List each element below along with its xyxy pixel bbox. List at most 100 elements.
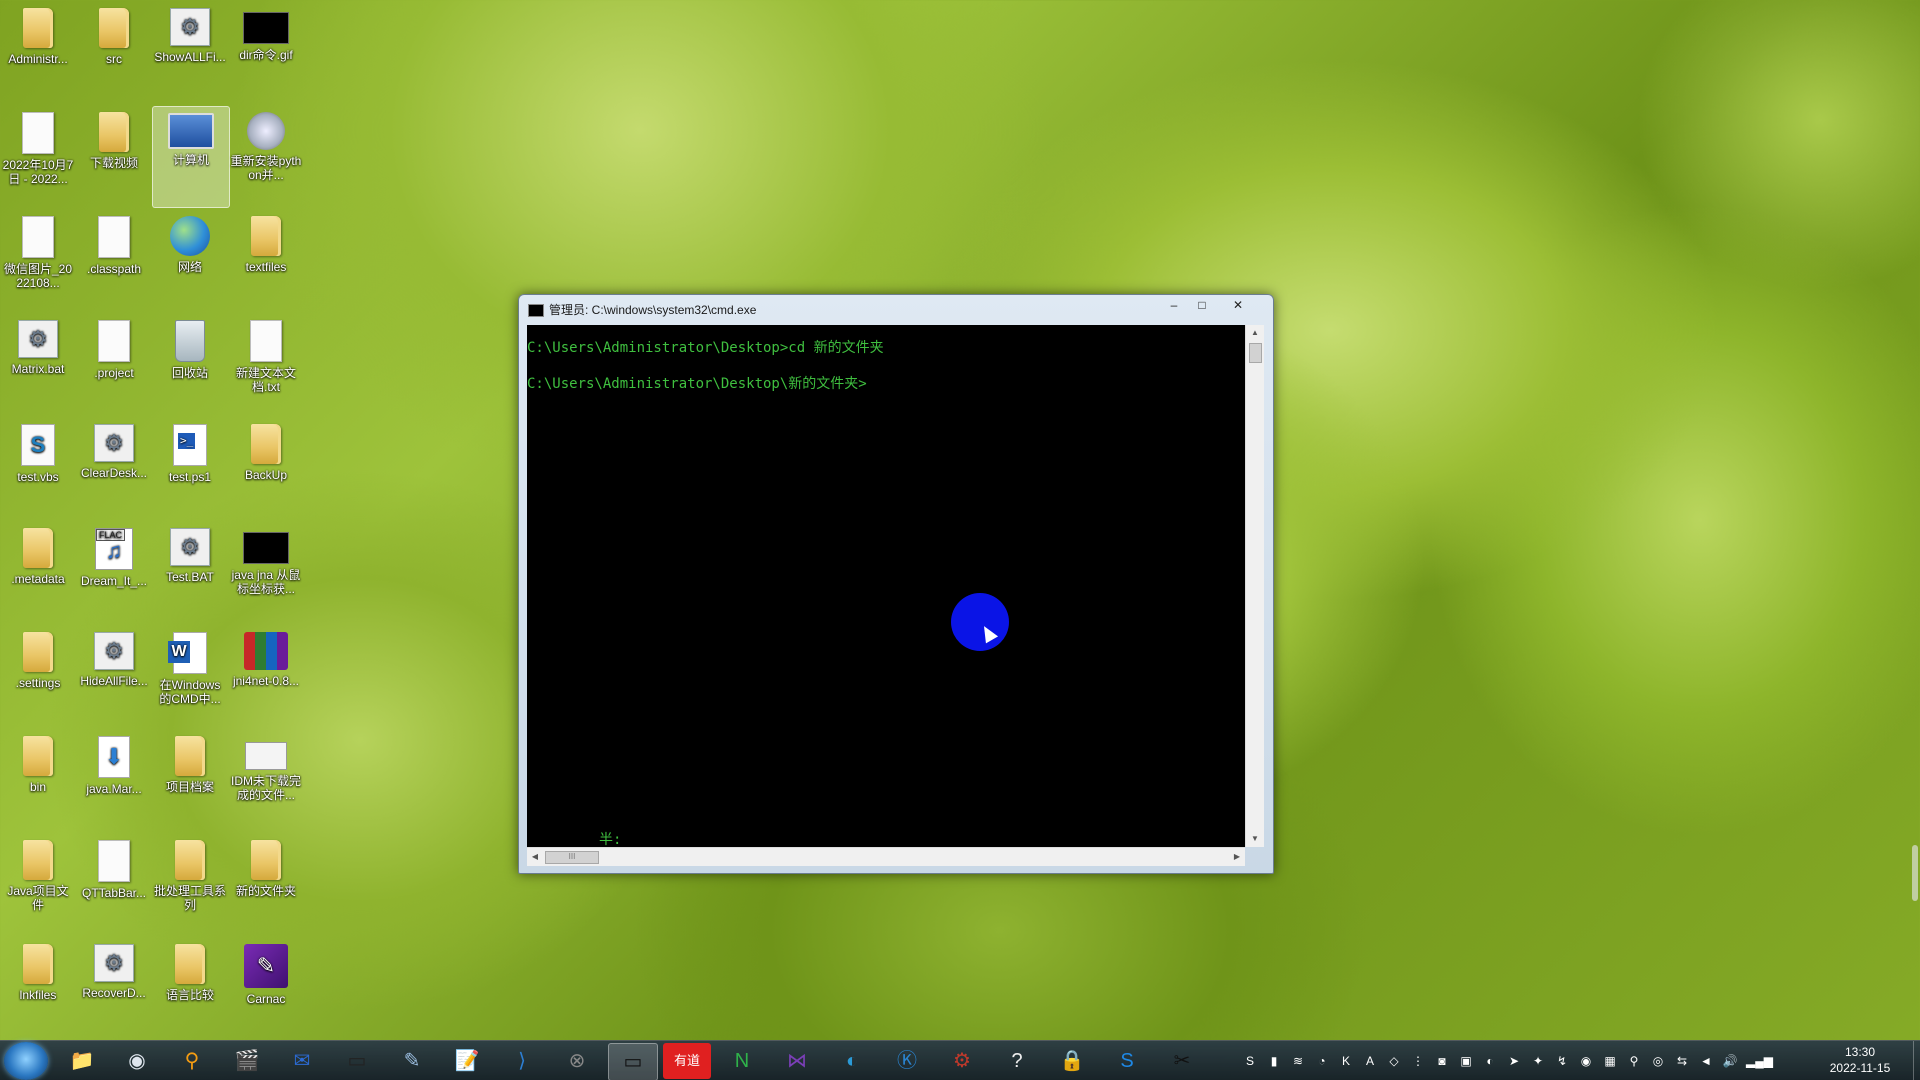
desktop-icon[interactable]: .metadata bbox=[0, 522, 76, 622]
desktop-icon[interactable]: 回收站 bbox=[152, 314, 228, 414]
horizontal-scroll-thumb[interactable]: III bbox=[545, 851, 599, 864]
desktop-icon[interactable]: ⚙ ClearDesk... bbox=[76, 418, 152, 518]
desktop-icon[interactable]: 计算机 bbox=[152, 106, 230, 208]
close-button[interactable]: ✕ bbox=[1221, 297, 1255, 315]
desktop-icon[interactable]: 2022年10月7日 - 2022... bbox=[0, 106, 76, 206]
desktop-icon[interactable]: 下载视频 bbox=[76, 106, 152, 206]
tray-icon[interactable]: ⇆ bbox=[1674, 1053, 1690, 1069]
tray-icon[interactable]: ▣ bbox=[1458, 1053, 1474, 1069]
desktop-icon[interactable]: 在Windows的CMD中... bbox=[152, 626, 228, 726]
desktop-icon[interactable]: 重新安装python并... bbox=[228, 106, 304, 206]
taskbar-lock-icon[interactable]: 🔒 bbox=[1048, 1043, 1096, 1079]
desktop-icon[interactable]: ⚙ Test.BAT bbox=[152, 522, 228, 622]
scroll-down-arrow-icon[interactable]: ▼ bbox=[1246, 831, 1264, 847]
tray-icon[interactable]: A bbox=[1362, 1053, 1378, 1069]
desktop-icon[interactable]: ✎ Carnac bbox=[228, 938, 304, 1038]
taskbar-s-app-icon[interactable]: S bbox=[1103, 1043, 1151, 1079]
desktop-icon[interactable]: bin bbox=[0, 730, 76, 830]
taskbar-youdao-icon[interactable]: 有道 bbox=[663, 1043, 711, 1079]
desktop-icon[interactable]: .settings bbox=[0, 626, 76, 726]
taskbar-editor-icon[interactable]: 📝 bbox=[443, 1043, 491, 1079]
desktop-icon[interactable]: textfiles bbox=[228, 210, 304, 310]
desktop-icon[interactable]: 新建文本文档.txt bbox=[228, 314, 304, 414]
desktop-icon[interactable]: ⚙ Matrix.bat bbox=[0, 314, 76, 414]
taskbar-visual-studio-icon[interactable]: ⋈ bbox=[773, 1043, 821, 1079]
desktop-icon[interactable]: Administr... bbox=[0, 2, 76, 102]
desktop-icon[interactable]: ⬇ java.Mar... bbox=[76, 730, 152, 830]
desktop-icon[interactable]: java jna 从鼠标坐标获... bbox=[228, 522, 304, 622]
edge-handle[interactable] bbox=[1912, 845, 1918, 901]
taskbar-cmd-icon[interactable]: ▭ bbox=[608, 1043, 658, 1080]
maximize-button[interactable]: □ bbox=[1189, 297, 1215, 315]
desktop-icon[interactable]: dir命令.gif bbox=[228, 2, 304, 102]
tray-icon[interactable]: ▦ bbox=[1602, 1053, 1618, 1069]
desktop-icon[interactable]: 语言比较 bbox=[152, 938, 228, 1038]
tray-icon[interactable]: ✦ bbox=[1530, 1053, 1546, 1069]
desktop-icon[interactable]: ⚙ ShowALLFi... bbox=[152, 2, 228, 102]
taskbar-xapp-icon[interactable]: ⊗ bbox=[553, 1043, 601, 1079]
taskbar-tool-icon[interactable]: ⚙ bbox=[938, 1043, 986, 1079]
desktop-icon[interactable]: Stest.vbs bbox=[0, 418, 76, 518]
tray-icon[interactable]: ◎ bbox=[1650, 1053, 1666, 1069]
taskbar-mail-icon[interactable]: ✉ bbox=[278, 1043, 326, 1079]
system-clock[interactable]: 13:30 2022-11-15 bbox=[1810, 1044, 1910, 1076]
desktop-icon[interactable]: ♫ Dream_It_... bbox=[76, 522, 152, 622]
console-output[interactable]: C:\Users\Administrator\Desktop>cd 新的文件夹 … bbox=[527, 325, 1245, 848]
desktop-icon[interactable]: Java项目文件 bbox=[0, 834, 76, 934]
tray-icon[interactable]: ▂▄▆ bbox=[1746, 1053, 1773, 1069]
vertical-scrollbar[interactable]: ▲ ▼ bbox=[1245, 325, 1264, 847]
desktop-icon[interactable]: src bbox=[76, 2, 152, 102]
scroll-right-arrow-icon[interactable]: ▶ bbox=[1229, 848, 1245, 866]
tray-icon[interactable]: S bbox=[1242, 1053, 1258, 1069]
taskbar-edge-icon[interactable]: ◐ bbox=[828, 1043, 876, 1079]
taskbar-help-icon[interactable]: ? bbox=[993, 1043, 1041, 1079]
tray-icon[interactable]: ≋ bbox=[1290, 1053, 1306, 1069]
desktop-icon[interactable]: QTTabBar... bbox=[76, 834, 152, 934]
scroll-left-arrow-icon[interactable]: ◀ bbox=[527, 848, 543, 866]
tray-icon[interactable]: ↯ bbox=[1554, 1053, 1570, 1069]
tray-icon[interactable]: ⚲ bbox=[1626, 1053, 1642, 1069]
taskbar-notepad-n-icon[interactable]: N bbox=[718, 1043, 766, 1079]
desktop-icon[interactable]: jni4net-0.8... bbox=[228, 626, 304, 726]
taskbar-search-icon[interactable]: ⚲ bbox=[168, 1043, 216, 1079]
show-desktop-button[interactable] bbox=[1913, 1041, 1920, 1080]
desktop-icon[interactable]: test.ps1 bbox=[152, 418, 228, 518]
taskbar-vscode-icon[interactable]: ⟩ bbox=[498, 1043, 546, 1079]
tray-icon[interactable]: ◔ bbox=[1314, 1053, 1330, 1069]
desktop-icon[interactable]: .classpath bbox=[76, 210, 152, 310]
desktop-icon[interactable]: 网络 bbox=[152, 210, 228, 310]
tray-icon[interactable]: ◇ bbox=[1386, 1053, 1402, 1069]
vertical-scroll-thumb[interactable] bbox=[1249, 343, 1262, 363]
desktop-icon[interactable]: 新的文件夹 bbox=[228, 834, 304, 934]
desktop-icon[interactable]: ⚙ HideAllFile... bbox=[76, 626, 152, 726]
tray-icon[interactable]: K bbox=[1338, 1053, 1354, 1069]
desktop-icon[interactable]: lnkfiles bbox=[0, 938, 76, 1038]
cmd-window[interactable]: 管理员: C:\windows\system32\cmd.exe ‒ □ ✕ C… bbox=[518, 294, 1274, 874]
start-button[interactable] bbox=[4, 1042, 48, 1080]
taskbar-feather-icon[interactable]: ✎ bbox=[388, 1043, 436, 1079]
desktop-icon[interactable]: IDM未下载完成的文件... bbox=[228, 730, 304, 830]
tray-icon[interactable]: ◐ bbox=[1482, 1053, 1498, 1069]
tray-icon[interactable]: ➤ bbox=[1506, 1053, 1522, 1069]
taskbar-capcut-icon[interactable]: ✂ bbox=[1158, 1043, 1206, 1079]
scroll-up-arrow-icon[interactable]: ▲ bbox=[1246, 325, 1264, 341]
horizontal-scrollbar[interactable]: ◀ III ▶ bbox=[527, 847, 1245, 866]
desktop-icon[interactable]: 项目档案 bbox=[152, 730, 228, 830]
taskbar-media-icon[interactable]: 🎬 bbox=[223, 1043, 271, 1079]
taskbar-browser-icon[interactable]: ◉ bbox=[113, 1043, 161, 1079]
tray-icon[interactable]: ◄ bbox=[1698, 1053, 1714, 1069]
minimize-button[interactable]: ‒ bbox=[1161, 297, 1187, 315]
desktop-icon[interactable]: 批处理工具系列 bbox=[152, 834, 228, 934]
tray-icon[interactable]: ◙ bbox=[1434, 1053, 1450, 1069]
window-titlebar[interactable]: 管理员: C:\windows\system32\cmd.exe ‒ □ ✕ bbox=[519, 295, 1273, 323]
tray-icon[interactable]: ⋮ bbox=[1410, 1053, 1426, 1069]
tray-icon[interactable]: ◉ bbox=[1578, 1053, 1594, 1069]
desktop-icon[interactable]: .project bbox=[76, 314, 152, 414]
desktop-icon[interactable]: ⚙ RecoverD... bbox=[76, 938, 152, 1038]
tray-icon[interactable]: ▮ bbox=[1266, 1053, 1282, 1069]
taskbar-terminal-icon[interactable]: ▭ bbox=[333, 1043, 381, 1079]
desktop-icon[interactable]: 微信图片_2022108... bbox=[0, 210, 76, 310]
tray-icon[interactable]: 🔊 bbox=[1722, 1053, 1738, 1069]
desktop-icon[interactable]: BackUp bbox=[228, 418, 304, 518]
taskbar-k-app-icon[interactable]: Ⓚ bbox=[883, 1043, 931, 1079]
